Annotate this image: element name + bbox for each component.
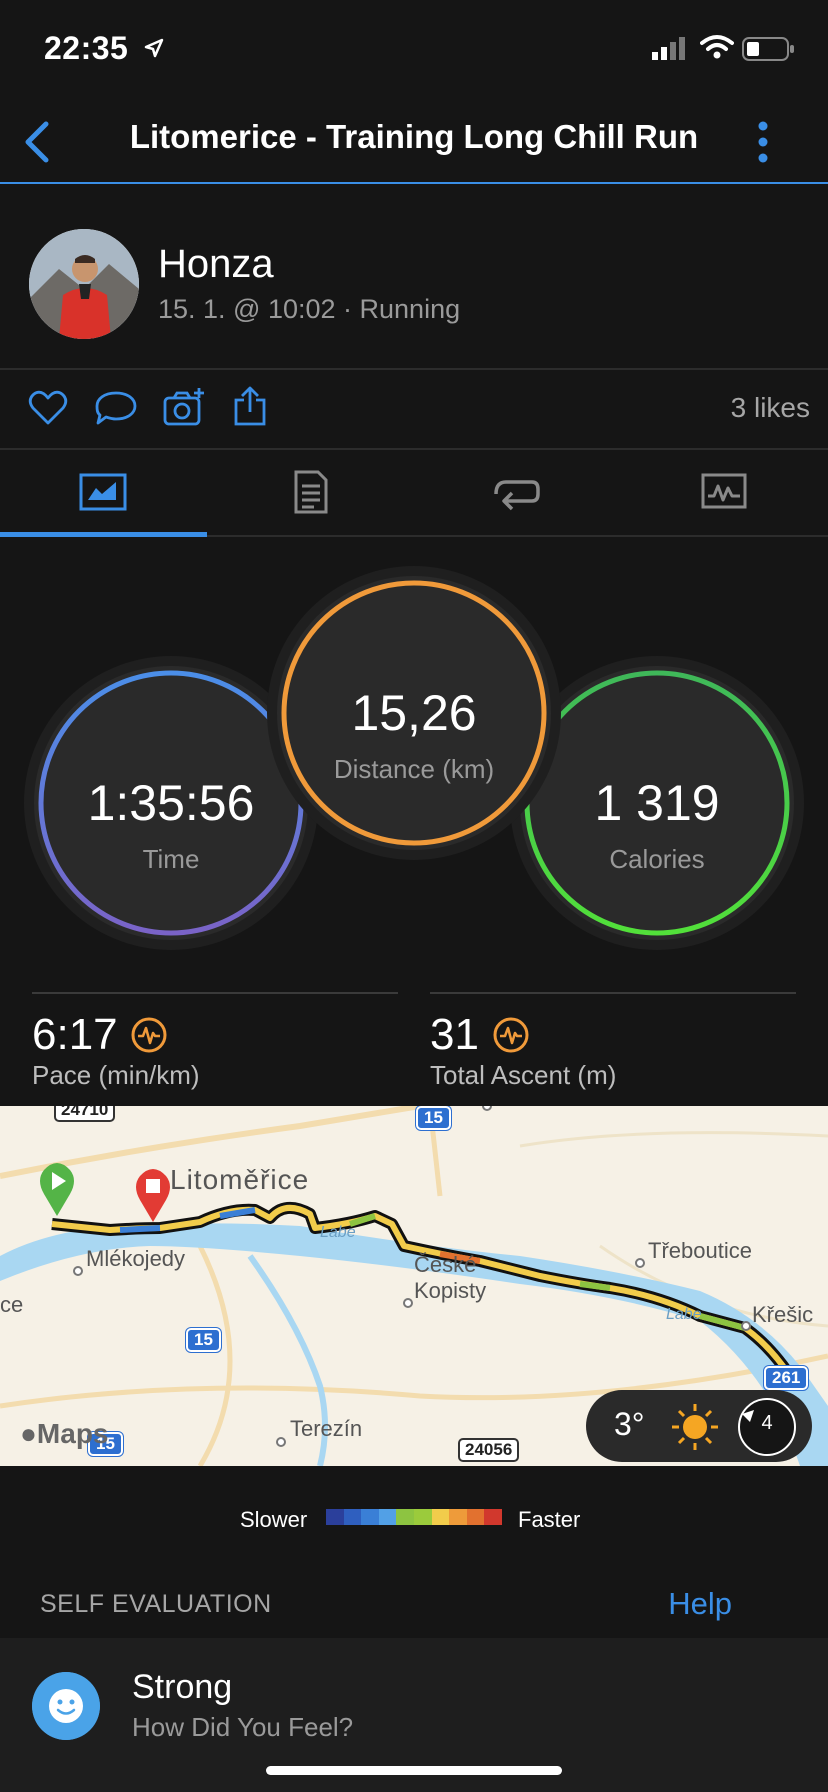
road-badge-15: 15 xyxy=(186,1328,221,1352)
divider xyxy=(430,992,796,994)
feeling-question: How Did You Feel? xyxy=(132,1712,354,1742)
more-options-icon[interactable] xyxy=(756,120,770,164)
calories-value: 1 319 xyxy=(594,775,720,831)
distance-stat: 15,26 Distance (km) xyxy=(277,576,551,850)
time-value: 1:35:56 xyxy=(87,775,255,831)
map-label-treboutice: Třeboutice xyxy=(648,1238,752,1263)
tab-charts-icon[interactable] xyxy=(700,472,748,512)
map-label-mlekojedy: Mlékojedy xyxy=(86,1246,186,1271)
road-badge-24056: 24056 xyxy=(458,1438,520,1462)
help-link[interactable]: Help xyxy=(668,1586,732,1622)
maps-attribution-text: Maps xyxy=(36,1418,109,1449)
home-indicator[interactable] xyxy=(266,1766,562,1775)
map-label-ceske: České xyxy=(414,1252,477,1277)
tab-summary-icon[interactable] xyxy=(78,470,128,514)
weather-widget[interactable]: 3° 4 xyxy=(586,1390,812,1462)
smiley-face-icon xyxy=(32,1672,100,1740)
battery-icon xyxy=(742,36,796,67)
nav-divider xyxy=(0,182,828,184)
divider xyxy=(0,368,828,370)
divider xyxy=(0,448,828,450)
divider xyxy=(32,992,398,994)
legend-color-swatch xyxy=(326,1509,344,1525)
location-arrow-icon xyxy=(144,38,164,58)
start-marker-icon[interactable] xyxy=(36,1160,78,1218)
time-label: Time xyxy=(142,844,200,874)
finish-marker-icon[interactable] xyxy=(132,1166,174,1224)
sun-icon xyxy=(672,1404,718,1450)
legend-slower-label: Slower xyxy=(240,1507,308,1532)
legend-color-swatch xyxy=(378,1509,397,1525)
add-photo-icon[interactable] xyxy=(162,386,206,428)
distance-value: 15,26 xyxy=(351,685,477,741)
activity-subtitle: 15. 1. @ 10:02 · Running xyxy=(158,294,461,324)
avatar[interactable] xyxy=(29,229,139,339)
feeling-value: Strong xyxy=(132,1668,233,1706)
pace-value: 6:17 xyxy=(32,1010,118,1059)
map-label-river: Labe xyxy=(320,1224,356,1241)
calories-label: Calories xyxy=(609,844,705,874)
map-label-kresice: Křešic xyxy=(752,1302,814,1327)
self-evaluation-heading: SELF EVALUATION xyxy=(40,1590,272,1618)
pace-graph-icon[interactable] xyxy=(130,1016,168,1054)
wifi-icon xyxy=(700,34,734,65)
page-title: Litomerice - Training Long Chill Run xyxy=(129,118,699,155)
tab-laps-icon[interactable] xyxy=(492,474,542,514)
road-badge: 24710 xyxy=(54,1106,116,1122)
likes-count[interactable]: 3 likes xyxy=(731,392,810,424)
legend-color-swatch xyxy=(449,1509,467,1525)
signal-icon xyxy=(652,36,688,65)
distance-label: Distance (km) xyxy=(333,754,495,784)
legend-color-swatch xyxy=(413,1509,432,1525)
like-heart-icon[interactable] xyxy=(28,388,68,428)
ascent-label: Total Ascent (m) xyxy=(430,1060,617,1090)
road-badge-15: 15 xyxy=(416,1106,451,1130)
pace-legend-bar xyxy=(326,1509,502,1525)
calories-stat: 1 319 Calories xyxy=(520,666,794,940)
map-label-kopisty: Kopisty xyxy=(414,1278,487,1303)
ascent-graph-icon[interactable] xyxy=(492,1016,530,1054)
legend-color-swatch xyxy=(343,1509,362,1525)
legend-color-swatch xyxy=(361,1509,379,1525)
map-label-river: Labe xyxy=(666,1306,702,1323)
map-label-terezin: Terezín xyxy=(290,1416,363,1441)
legend-color-swatch xyxy=(396,1509,414,1525)
tab-active-indicator xyxy=(0,532,207,537)
legend-color-swatch xyxy=(431,1509,450,1525)
wind-speed: 4 xyxy=(761,1412,773,1434)
map-label-partial: ce xyxy=(0,1292,24,1317)
share-icon[interactable] xyxy=(232,384,268,428)
apple-logo-icon: ● xyxy=(20,1418,37,1449)
legend-color-swatch xyxy=(466,1509,485,1525)
road-badge-261: 261 xyxy=(764,1366,809,1390)
maps-attribution: ●Maps xyxy=(20,1418,109,1450)
comment-icon[interactable] xyxy=(94,390,138,428)
legend-color-swatch xyxy=(484,1509,502,1525)
tab-details-icon[interactable] xyxy=(292,468,330,516)
status-time: 22:35 xyxy=(44,30,129,66)
user-name[interactable]: Honza xyxy=(158,242,274,287)
ascent-value: 31 xyxy=(430,1010,479,1059)
time-stat: 1:35:56 Time xyxy=(34,666,308,940)
temperature: 3° xyxy=(614,1406,645,1442)
legend-faster-label: Faster xyxy=(518,1507,581,1532)
map-label-litomerice: Litoměřice xyxy=(170,1164,310,1195)
pace-label: Pace (min/km) xyxy=(32,1060,200,1090)
